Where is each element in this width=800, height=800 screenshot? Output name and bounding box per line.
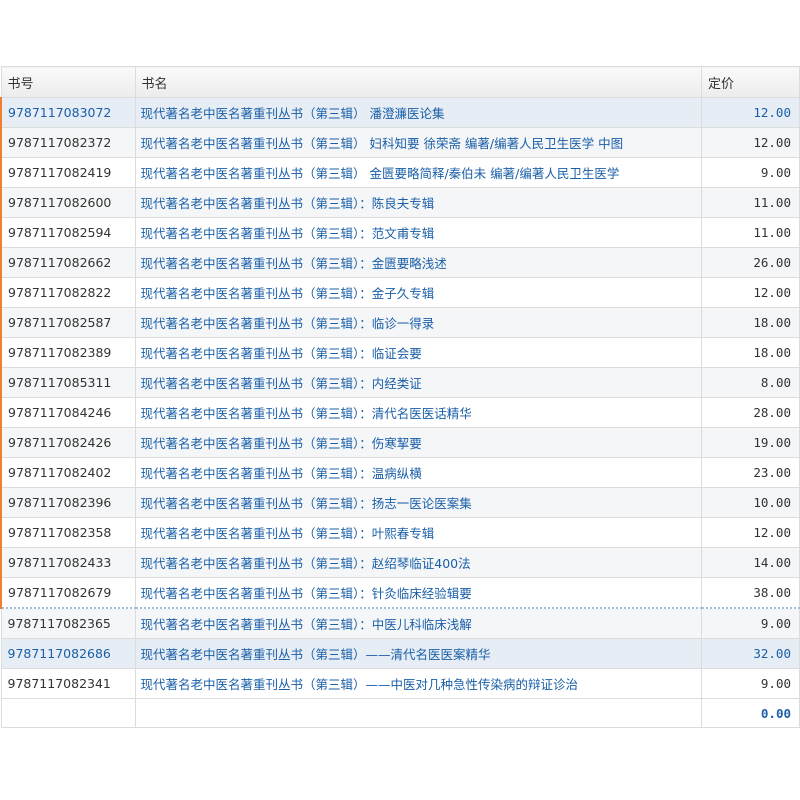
table-row[interactable]: 9787117082679 现代著名老中医名著重刊丛书（第三辑）：针灸临床经验辑… bbox=[0, 577, 800, 609]
table-row[interactable]: 9787117082686 现代著名老中医名著重刊丛书（第三辑）——清代名医医案… bbox=[0, 638, 800, 669]
total-empty-cell bbox=[134, 698, 702, 728]
price-cell: 28.00 bbox=[701, 397, 800, 428]
isbn-cell: 9787117082686 bbox=[0, 638, 136, 669]
price-cell: 11.00 bbox=[701, 217, 800, 248]
price-cell: 26.00 bbox=[701, 247, 800, 278]
table-row[interactable]: 9787117082433 现代著名老中医名著重刊丛书（第三辑）：赵绍琴临证40… bbox=[0, 547, 800, 578]
price-cell: 9.00 bbox=[701, 607, 800, 639]
title-link[interactable]: 现代著名老中医名著重刊丛书（第三辑）：临诊一得录 bbox=[134, 307, 702, 338]
price-cell: 38.00 bbox=[701, 577, 800, 609]
total-row: 0.00 bbox=[0, 698, 800, 728]
title-link[interactable]: 现代著名老中医名著重刊丛书（第三辑） 妇科知要 徐荣斋 编著/编著人民卫生医学 … bbox=[134, 127, 702, 158]
price-cell: 12.00 bbox=[701, 277, 800, 308]
price-cell: 32.00 bbox=[701, 638, 800, 669]
table-row[interactable]: 9787117082600 现代著名老中医名著重刊丛书（第三辑）：陈良夫专辑 1… bbox=[0, 187, 800, 218]
title-link[interactable]: 现代著名老中医名著重刊丛书（第三辑）：扬志一医论医案集 bbox=[134, 487, 702, 518]
table-row[interactable]: 9787117082662 现代著名老中医名著重刊丛书（第三辑）：金匮要略浅述 … bbox=[0, 247, 800, 278]
isbn-cell: 9787117082365 bbox=[0, 607, 136, 639]
table-row[interactable]: 9787117082365 现代著名老中医名著重刊丛书（第三辑）：中医儿科临床浅… bbox=[0, 607, 800, 639]
isbn-cell: 9787117084246 bbox=[0, 397, 136, 428]
table-row[interactable]: 9787117085311 现代著名老中医名著重刊丛书（第三辑）：内经类证 8.… bbox=[0, 367, 800, 398]
title-link[interactable]: 现代著名老中医名著重刊丛书（第三辑）：内经类证 bbox=[134, 367, 702, 398]
isbn-cell: 9787117082419 bbox=[0, 157, 136, 188]
title-link[interactable]: 现代著名老中医名著重刊丛书（第三辑） 潘澄濂医论集 bbox=[134, 97, 702, 128]
title-link[interactable]: 现代著名老中医名著重刊丛书（第三辑）——清代名医医案精华 bbox=[134, 638, 702, 669]
price-cell: 11.00 bbox=[701, 187, 800, 218]
price-cell: 12.00 bbox=[701, 517, 800, 548]
table-row[interactable]: 9787117082402 现代著名老中医名著重刊丛书（第三辑）：温病纵横 23… bbox=[0, 457, 800, 488]
price-cell: 14.00 bbox=[701, 547, 800, 578]
price-cell: 12.00 bbox=[701, 127, 800, 158]
total-value: 0.00 bbox=[760, 705, 791, 721]
title-link[interactable]: 现代著名老中医名著重刊丛书（第三辑）：叶熙春专辑 bbox=[134, 517, 702, 548]
price-cell: 18.00 bbox=[701, 307, 800, 338]
isbn-cell: 9787117082600 bbox=[0, 187, 136, 218]
title-link[interactable]: 现代著名老中医名著重刊丛书（第三辑） 金匮要略简释/秦伯未 编著/编著人民卫生医… bbox=[134, 157, 702, 188]
title-link[interactable]: 现代著名老中医名著重刊丛书（第三辑）：陈良夫专辑 bbox=[134, 187, 702, 218]
table-row[interactable]: 9787117082822 现代著名老中医名著重刊丛书（第三辑）：金子久专辑 1… bbox=[0, 277, 800, 308]
table-row[interactable]: 9787117082594 现代著名老中医名著重刊丛书（第三辑）：范文甫专辑 1… bbox=[0, 217, 800, 248]
table-row[interactable]: 9787117082426 现代著名老中医名著重刊丛书（第三辑）：伤寒挈要 19… bbox=[0, 427, 800, 458]
isbn-cell: 9787117082358 bbox=[0, 517, 136, 548]
title-link[interactable]: 现代著名老中医名著重刊丛书（第三辑）——中医对几种急性传染病的辩证诊治 bbox=[134, 668, 702, 699]
isbn-cell: 9787117082662 bbox=[0, 247, 136, 278]
title-link[interactable]: 现代著名老中医名著重刊丛书（第三辑）：清代名医医话精华 bbox=[134, 397, 702, 428]
table-row[interactable]: 9787117082396 现代著名老中医名著重刊丛书（第三辑）：扬志一医论医案… bbox=[0, 487, 800, 518]
title-link[interactable]: 现代著名老中医名著重刊丛书（第三辑）：赵绍琴临证400法 bbox=[134, 547, 702, 578]
price-cell: 18.00 bbox=[701, 337, 800, 368]
total-price-cell: 0.00 bbox=[701, 698, 800, 728]
isbn-cell: 9787117082389 bbox=[0, 337, 136, 368]
isbn-cell: 9787117082679 bbox=[0, 577, 136, 609]
price-cell: 9.00 bbox=[701, 668, 800, 699]
isbn-cell: 9787117082822 bbox=[0, 277, 136, 308]
price-cell: 8.00 bbox=[701, 367, 800, 398]
isbn-cell: 9787117082396 bbox=[0, 487, 136, 518]
isbn-cell: 9787117082433 bbox=[0, 547, 136, 578]
table-row[interactable]: 9787117082587 现代著名老中医名著重刊丛书（第三辑）：临诊一得录 1… bbox=[0, 307, 800, 338]
price-cell: 23.00 bbox=[701, 457, 800, 488]
isbn-cell: 9787117082594 bbox=[0, 217, 136, 248]
title-link[interactable]: 现代著名老中医名著重刊丛书（第三辑）：金匮要略浅述 bbox=[134, 247, 702, 278]
table-row[interactable]: 9787117082358 现代著名老中医名著重刊丛书（第三辑）：叶熙春专辑 1… bbox=[0, 517, 800, 548]
isbn-cell: 9787117083072 bbox=[0, 97, 136, 128]
column-header-price[interactable]: 定价 bbox=[701, 66, 800, 98]
table-row[interactable]: 9787117083072 现代著名老中医名著重刊丛书（第三辑） 潘澄濂医论集 … bbox=[0, 97, 800, 128]
total-empty-cell bbox=[0, 698, 136, 728]
price-cell: 19.00 bbox=[701, 427, 800, 458]
table-row[interactable]: 9787117082341 现代著名老中医名著重刊丛书（第三辑）——中医对几种急… bbox=[0, 668, 800, 699]
table-row[interactable]: 9787117082372 现代著名老中医名著重刊丛书（第三辑） 妇科知要 徐荣… bbox=[0, 127, 800, 158]
column-header-title[interactable]: 书名 bbox=[134, 66, 702, 98]
table-row[interactable]: 9787117084246 现代著名老中医名著重刊丛书（第三辑）：清代名医医话精… bbox=[0, 397, 800, 428]
isbn-cell: 9787117082587 bbox=[0, 307, 136, 338]
title-link[interactable]: 现代著名老中医名著重刊丛书（第三辑）：范文甫专辑 bbox=[134, 217, 702, 248]
table-header-row: 书号 书名 定价 bbox=[0, 66, 800, 98]
title-link[interactable]: 现代著名老中医名著重刊丛书（第三辑）：针灸临床经验辑要 bbox=[134, 577, 702, 609]
table-row[interactable]: 9787117082389 现代著名老中医名著重刊丛书（第三辑）：临证会要 18… bbox=[0, 337, 800, 368]
title-link[interactable]: 现代著名老中医名著重刊丛书（第三辑）：中医儿科临床浅解 bbox=[134, 607, 702, 639]
title-link[interactable]: 现代著名老中医名著重刊丛书（第三辑）：伤寒挈要 bbox=[134, 427, 702, 458]
isbn-cell: 9787117085311 bbox=[0, 367, 136, 398]
isbn-cell: 9787117082402 bbox=[0, 457, 136, 488]
table-row[interactable]: 9787117082419 现代著名老中医名著重刊丛书（第三辑） 金匮要略简释/… bbox=[0, 157, 800, 188]
title-link[interactable]: 现代著名老中医名著重刊丛书（第三辑）：温病纵横 bbox=[134, 457, 702, 488]
isbn-cell: 9787117082426 bbox=[0, 427, 136, 458]
price-cell: 9.00 bbox=[701, 157, 800, 188]
title-link[interactable]: 现代著名老中医名著重刊丛书（第三辑）：临证会要 bbox=[134, 337, 702, 368]
price-cell: 10.00 bbox=[701, 487, 800, 518]
isbn-cell: 9787117082341 bbox=[0, 668, 136, 699]
price-cell: 12.00 bbox=[701, 97, 800, 128]
column-header-isbn[interactable]: 书号 bbox=[0, 66, 136, 98]
book-list-table: 书号 书名 定价 9787117083072 现代著名老中医名著重刊丛书（第三辑… bbox=[0, 66, 800, 728]
title-link[interactable]: 现代著名老中医名著重刊丛书（第三辑）：金子久专辑 bbox=[134, 277, 702, 308]
isbn-cell: 9787117082372 bbox=[0, 127, 136, 158]
